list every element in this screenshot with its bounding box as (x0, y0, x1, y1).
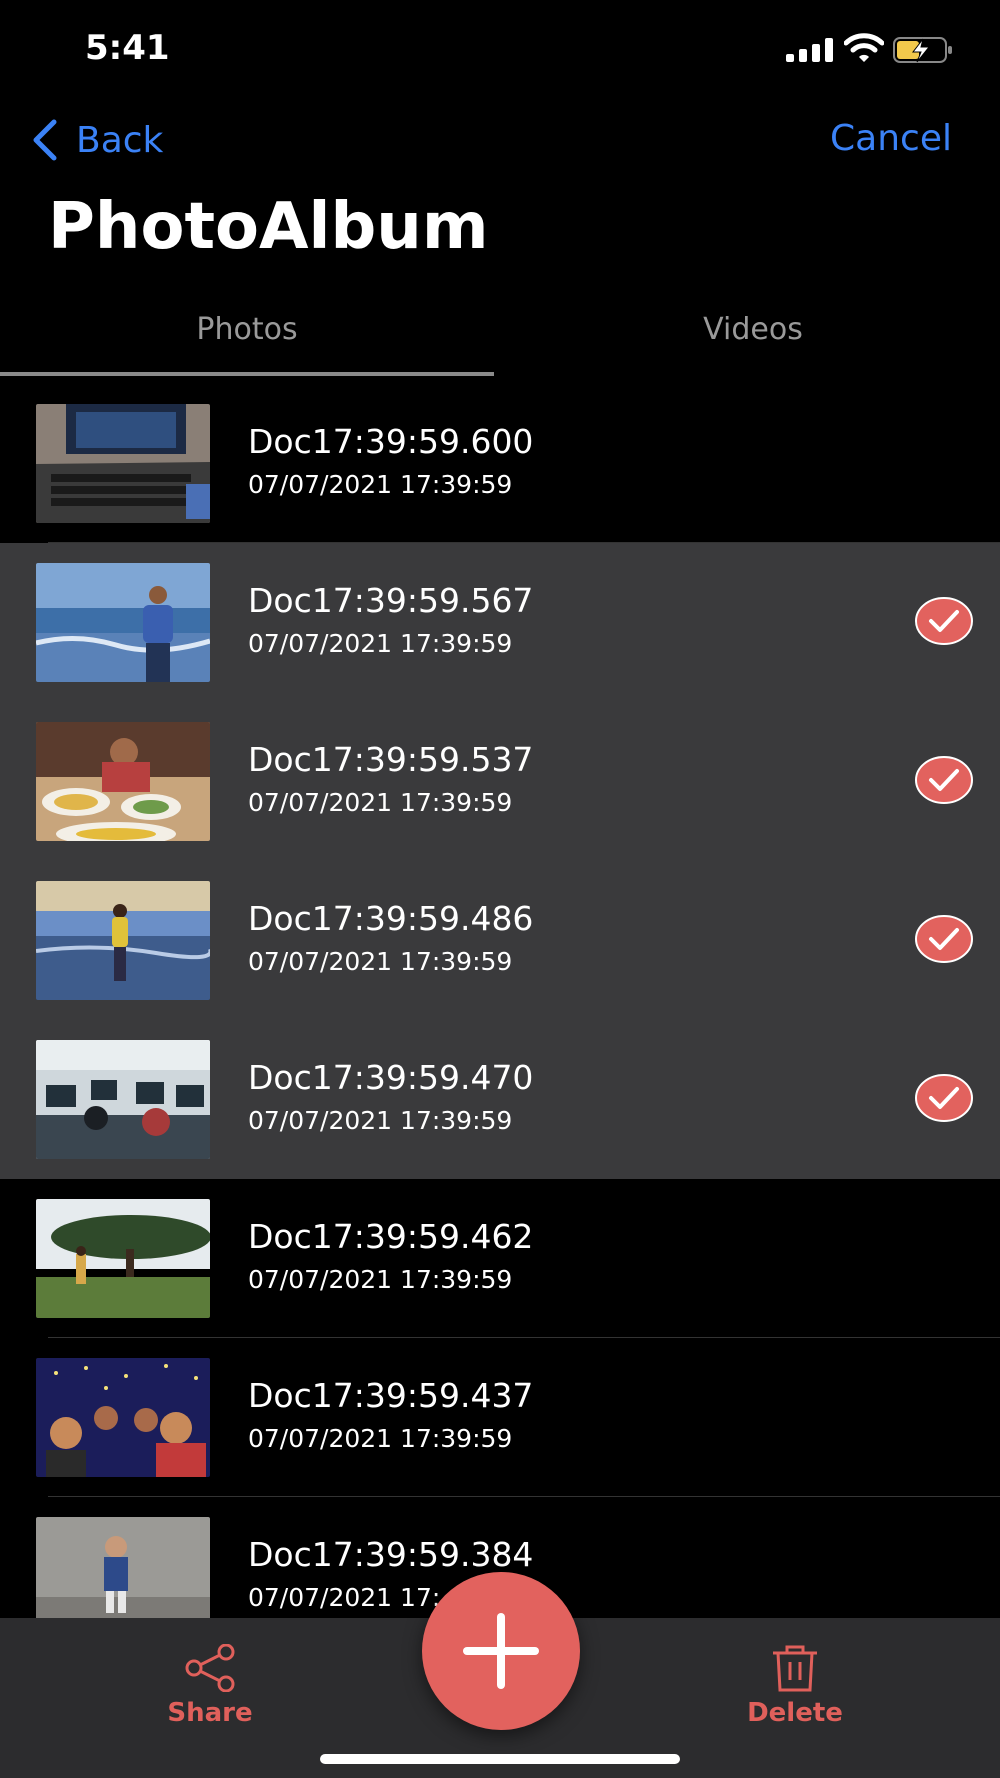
photo-thumbnail (36, 881, 210, 1000)
list-item[interactable]: Doc17:39:59.600 07/07/2021 17:39:59 (0, 384, 1000, 543)
page-title: PhotoAlbum (48, 190, 489, 264)
photo-thumbnail (36, 1517, 210, 1618)
wifi-icon (844, 33, 884, 62)
share-button[interactable]: Share (140, 1644, 280, 1728)
item-name: Doc17:39:59.600 (248, 422, 534, 461)
photo-thumbnail (36, 722, 210, 841)
share-icon (185, 1644, 235, 1692)
item-name: Doc17:39:59.486 (248, 899, 534, 938)
delete-button[interactable]: Delete (720, 1644, 870, 1728)
checkmark-circle-icon[interactable] (914, 596, 974, 646)
tab-photos[interactable]: Photos (0, 312, 494, 347)
share-label: Share (167, 1698, 253, 1728)
item-date: 07/07/2021 17:39:59 (248, 470, 513, 499)
home-indicator (320, 1754, 680, 1764)
add-button[interactable] (422, 1572, 580, 1730)
item-date: 07/07/2021 17:39:59 (248, 1265, 513, 1294)
cellular-signal-icon (786, 38, 834, 62)
item-date: 07/07/2021 17:39:59 (248, 1106, 513, 1135)
navigation-bar: Back Cancel (0, 110, 1000, 170)
checkmark-circle-icon[interactable] (914, 1073, 974, 1123)
item-date: 07/07/2021 17:39:59 (248, 629, 513, 658)
active-tab-indicator (0, 372, 494, 376)
back-label: Back (76, 119, 164, 161)
item-date: 07/07/2021 17: (248, 1583, 441, 1612)
item-name: Doc17:39:59.470 (248, 1058, 534, 1097)
chevron-left-icon (33, 119, 57, 161)
segment-tabs: Photos Videos (0, 300, 1000, 380)
list-item[interactable]: Doc17:39:59.486 07/07/2021 17:39:59 (0, 861, 1000, 1020)
checkmark-circle-icon[interactable] (914, 914, 974, 964)
list-item[interactable]: Doc17:39:59.437 07/07/2021 17:39:59 (0, 1338, 1000, 1497)
item-name: Doc17:39:59.537 (248, 740, 534, 779)
item-name: Doc17:39:59.437 (248, 1376, 534, 1415)
item-name: Doc17:39:59.567 (248, 581, 534, 620)
photo-thumbnail (36, 1199, 210, 1318)
item-date: 07/07/2021 17:39:59 (248, 788, 513, 817)
document-list[interactable]: Doc17:39:59.600 07/07/2021 17:39:59 Doc17:… (0, 384, 1000, 1618)
item-date: 07/07/2021 17:39:59 (248, 947, 513, 976)
list-item[interactable]: Doc17:39:59.470 07/07/2021 17:39:59 (0, 1020, 1000, 1179)
photo-thumbnail (36, 404, 210, 523)
battery-charging-icon (893, 37, 952, 63)
plus-icon (463, 1613, 539, 1689)
status-bar: 5:41 (0, 0, 1000, 100)
back-button[interactable]: Back (28, 118, 163, 162)
delete-label: Delete (747, 1698, 843, 1728)
photo-thumbnail (36, 563, 210, 682)
item-name: Doc17:39:59.384 (248, 1535, 534, 1574)
photo-thumbnail (36, 1358, 210, 1477)
list-item[interactable]: Doc17:39:59.537 07/07/2021 17:39:59 (0, 702, 1000, 861)
checkmark-circle-icon[interactable] (914, 755, 974, 805)
list-item[interactable]: Doc17:39:59.462 07/07/2021 17:39:59 (0, 1179, 1000, 1338)
status-time: 5:41 (85, 28, 170, 68)
item-name: Doc17:39:59.462 (248, 1217, 534, 1256)
cancel-button[interactable]: Cancel (830, 118, 952, 159)
trash-icon (773, 1645, 817, 1692)
item-date: 07/07/2021 17:39:59 (248, 1424, 513, 1453)
photo-thumbnail (36, 1040, 210, 1159)
list-item[interactable]: Doc17:39:59.567 07/07/2021 17:39:59 (0, 543, 1000, 702)
tab-videos[interactable]: Videos (500, 312, 1000, 347)
